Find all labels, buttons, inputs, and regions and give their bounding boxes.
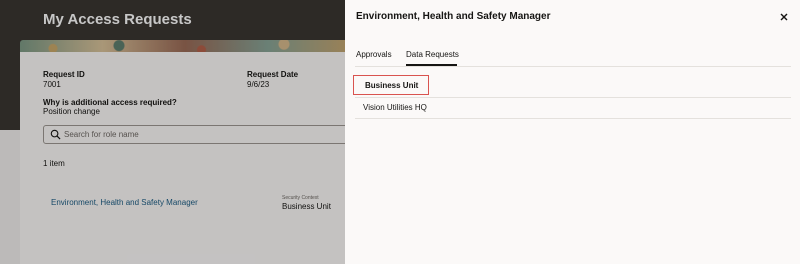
drawer-title: Environment, Health and Safety Manager (356, 11, 551, 22)
active-tab-indicator (406, 64, 457, 66)
tab-approvals[interactable]: Approvals (356, 50, 392, 59)
tab-data-requests[interactable]: Data Requests (406, 50, 459, 59)
close-icon (780, 13, 788, 21)
close-button[interactable] (777, 10, 791, 24)
business-unit-column-header[interactable]: Business Unit (353, 75, 429, 95)
modal-scrim[interactable] (0, 0, 345, 264)
table-row-divider (355, 118, 791, 119)
role-details-drawer: Environment, Health and Safety Manager A… (345, 0, 800, 264)
column-header-label: Business Unit (365, 81, 419, 90)
table-header-divider (355, 97, 791, 98)
table-row: Vision Utilities HQ (363, 103, 427, 112)
tabs-divider (355, 66, 791, 67)
